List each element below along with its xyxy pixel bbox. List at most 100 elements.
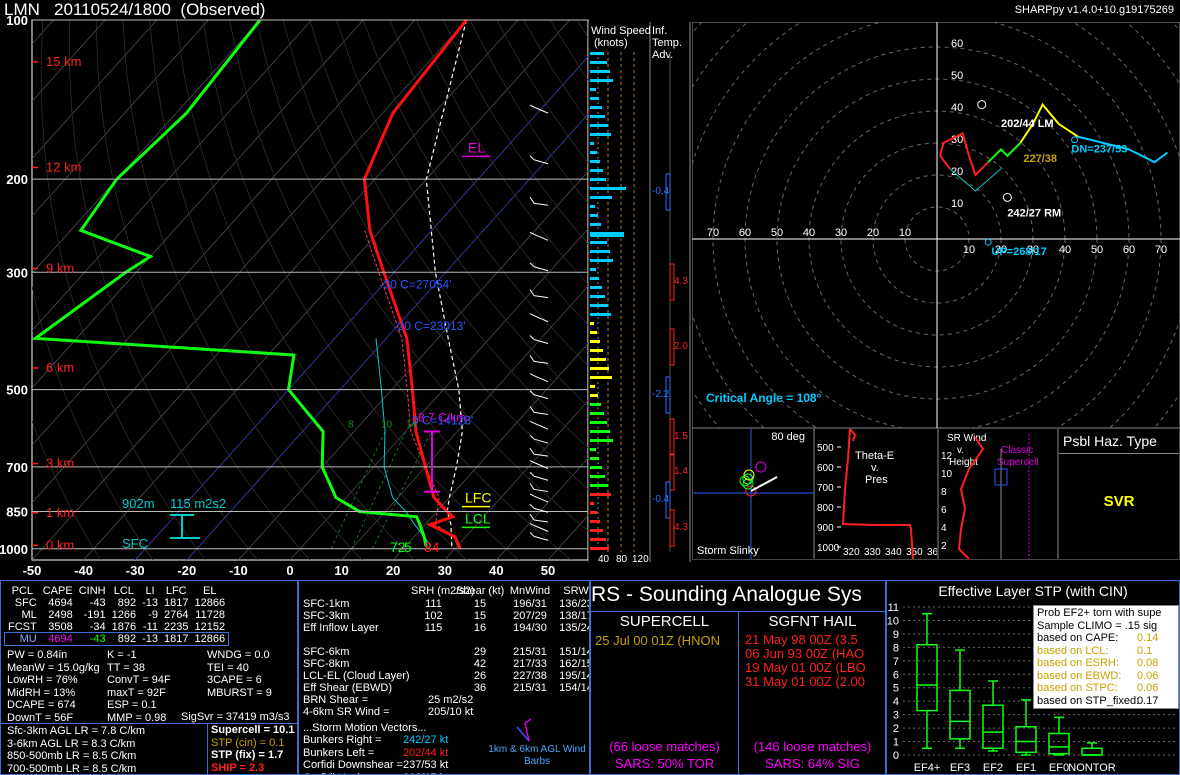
kinematic-row: LCL-EL (Cloud Layer) 26 227/38 195/14 bbox=[303, 669, 589, 682]
kinematic-cell: 215/31 bbox=[513, 681, 547, 694]
temp-tick-label: -30 bbox=[126, 563, 145, 578]
hail-match: 19 May 01 00Z (LBO bbox=[745, 660, 866, 675]
thetae-p-tick: 700 bbox=[817, 483, 834, 494]
stp-legend-value: 0.14 bbox=[1137, 632, 1159, 644]
pressure-tick-label: 1000 bbox=[0, 542, 28, 557]
kinematic-cell: LCL-EL (Cloud Layer) bbox=[303, 669, 410, 682]
kinematic-extra-value: 205/10 kt bbox=[428, 706, 474, 718]
thermo-cell: -13 bbox=[142, 633, 158, 645]
stp-legend-label: based on EBWD: bbox=[1037, 669, 1122, 682]
srwind-tick: 10 bbox=[941, 469, 953, 480]
wind-speed-bar bbox=[590, 358, 606, 361]
thermo-cell: MU bbox=[19, 633, 37, 645]
thermo-header: CAPE bbox=[42, 585, 73, 597]
wind-speed-bar bbox=[590, 268, 596, 271]
storm-motion-label: Corfidi Upshear = bbox=[303, 772, 403, 775]
skewt-frame bbox=[31, 19, 589, 561]
thermo-table: PCL CAPE CINH LCL LI LFC EL SFC 4694 -43 892 -13 181… bbox=[3, 585, 230, 646]
thermo-cell: 11728 bbox=[195, 609, 226, 621]
kinematic-cell: 162/15 bbox=[559, 657, 590, 670]
critical-angle-label: Critical Angle = 108° bbox=[706, 391, 822, 405]
hodo-y-tick: 60 bbox=[951, 38, 963, 50]
wind-speed-bar bbox=[590, 403, 601, 406]
thermo-cell: 12866 bbox=[194, 597, 226, 609]
hodo-x-tick: 60 bbox=[739, 227, 751, 239]
temp-tick-label: -10 bbox=[229, 563, 248, 578]
pressure-tick-label: 850 bbox=[6, 504, 28, 519]
thetae-p-tick: 600 bbox=[817, 463, 834, 474]
thetae-p-tick: 800 bbox=[817, 503, 834, 514]
height-label: 15 km bbox=[46, 54, 81, 69]
wind-speed-bar bbox=[590, 115, 605, 118]
wind-speed-bar bbox=[590, 277, 599, 280]
kinematic-cell: 207/29 bbox=[513, 609, 547, 622]
wind-speed-bar bbox=[590, 385, 595, 388]
wind-speed-bar bbox=[590, 547, 609, 550]
temp-adv-title-2: Temp. bbox=[652, 37, 682, 49]
index-row: PW = 0.84in K = -1 WNDG = 0.0 bbox=[7, 649, 297, 662]
storm-motion-label: Bunkers Right = bbox=[303, 734, 382, 746]
wind-speed-bar bbox=[590, 457, 599, 460]
hodo-x-tick: 40 bbox=[803, 227, 815, 239]
lapse-rate-row: 3-6km AGL LR = 8.3 C/km bbox=[7, 737, 136, 750]
height-label: 0 km bbox=[46, 537, 74, 552]
storm-motion-value: 237/53 kt bbox=[403, 759, 449, 771]
kinematic-row: SFC-8km 42 217/33 162/15 bbox=[303, 657, 590, 670]
index-value: PW = 0.84in bbox=[7, 649, 68, 661]
stp-cin-param: STP (cin) = 0.1 bbox=[211, 736, 285, 749]
wind-speed-bar bbox=[590, 169, 603, 172]
kinematic-cell: 138/17 bbox=[559, 609, 590, 622]
wind-speed-bar bbox=[590, 475, 605, 478]
isotherm-height-label: -20 C=23013' bbox=[394, 319, 466, 333]
kinematic-cell: 217/33 bbox=[513, 657, 547, 670]
thermo-cell: 4694 bbox=[48, 633, 73, 645]
kinematic-cell: 154/14 bbox=[559, 681, 590, 694]
temp-adv-label: 1.5 bbox=[674, 431, 688, 442]
index-value: TT = 38 bbox=[107, 661, 146, 674]
kinematic-panel: SRH (m2/s2)Shear (kt) MnWind SRW SFC-1km 111… bbox=[298, 580, 590, 775]
storm-motion-value: 202/44 kt bbox=[403, 746, 449, 759]
wind-speed-bar bbox=[590, 106, 602, 109]
lcl-height-label: 902m bbox=[122, 496, 155, 511]
thermo-cell: SFC bbox=[14, 597, 37, 609]
stp-legend-label: based on STPC: bbox=[1037, 682, 1118, 694]
hodo-x-tick-pos: 50 bbox=[1091, 244, 1103, 256]
stp-y-tick: 9 bbox=[893, 629, 899, 641]
mixing-ratio-label: 14 bbox=[406, 420, 418, 431]
storm-motion-value: 242/27 kt bbox=[403, 734, 449, 746]
wind-speed-bar bbox=[590, 196, 612, 199]
height-label: 3 km bbox=[46, 456, 74, 471]
kinematic-cell: SFC-8km bbox=[303, 657, 350, 670]
lm-label: 202/44 LM bbox=[1001, 118, 1054, 130]
wind-speed-bar bbox=[590, 151, 597, 154]
kinematic-cell: 15 bbox=[473, 597, 487, 610]
wind-speed-units: (knots) bbox=[594, 37, 628, 49]
stp-y-tick: 8 bbox=[893, 642, 899, 654]
stp-box bbox=[1081, 747, 1103, 756]
mixing-ratio-label: 10 bbox=[381, 420, 393, 431]
stp-legend-row: based on STP_fixed:0.17 bbox=[1037, 695, 1175, 708]
thetae-line bbox=[841, 429, 914, 559]
index-value: maxT = 92F bbox=[107, 686, 166, 699]
thermo-header: LI bbox=[145, 585, 155, 597]
thetae-t-tick: 340 bbox=[885, 547, 902, 558]
mixing-ratio-label: 8 bbox=[348, 420, 354, 431]
storm-motion-value: 268/17 kt bbox=[403, 772, 448, 775]
lapse-label: 8.7 C/km bbox=[418, 410, 466, 424]
height-label: 9 km bbox=[46, 260, 74, 275]
kinematic-header: MnWind bbox=[509, 585, 551, 597]
stp-legend-label: Prob EF2+ torn with supe bbox=[1037, 607, 1162, 619]
thermo-cell: 1817 bbox=[163, 633, 189, 645]
stp-legend-value: 0.06 bbox=[1137, 669, 1159, 682]
kinematic-cell: 102 bbox=[424, 609, 443, 622]
temp-tick-label: 20 bbox=[386, 563, 400, 578]
wind-speed-bar bbox=[590, 88, 596, 91]
srwind-sub-2: Supercell bbox=[997, 457, 1039, 468]
index-value: MBURST = 9 bbox=[207, 686, 272, 699]
stp-legend-label: based on STP_fixed: bbox=[1037, 694, 1140, 707]
thermo-cell: -34 bbox=[89, 621, 106, 633]
wind-speed-bar bbox=[590, 484, 608, 487]
index-value: K = -1 bbox=[107, 649, 137, 661]
kinematic-extra-row: BRN Shear = 25 m2/s2 bbox=[303, 694, 589, 707]
stp-category: EF0 bbox=[1049, 762, 1069, 774]
